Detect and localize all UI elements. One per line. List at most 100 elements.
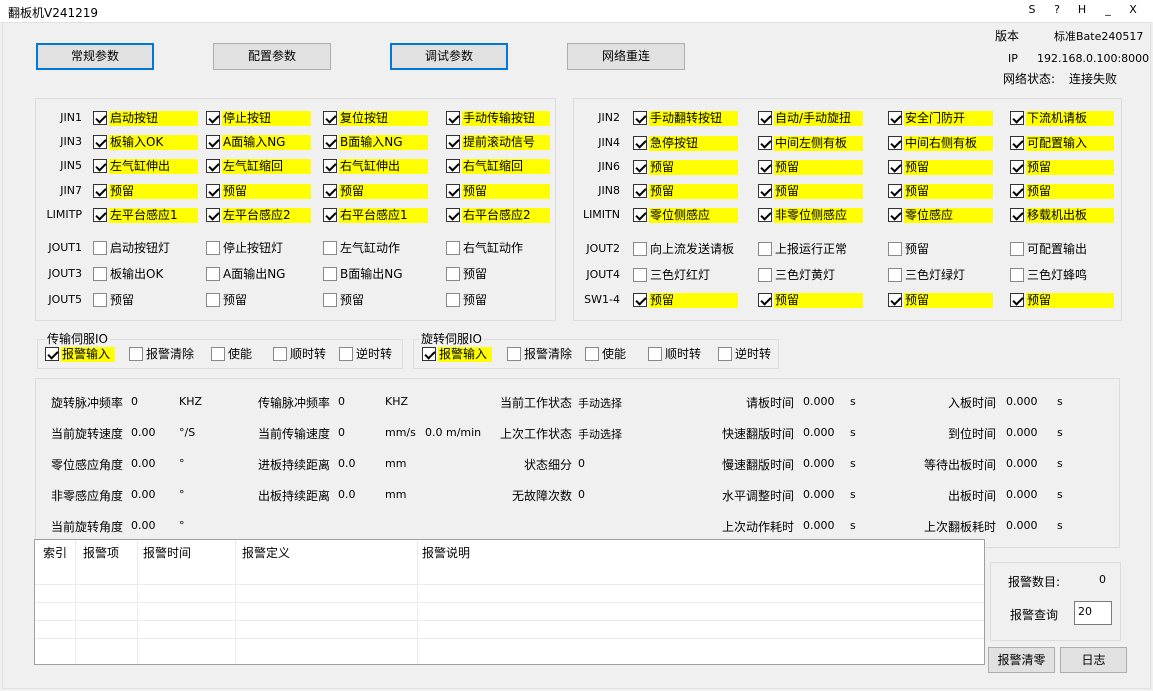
io-checkbox[interactable]: 预留	[1010, 159, 1114, 175]
alarm-table[interactable]: 索引 报警项 报警时间 报警定义 报警说明	[34, 539, 985, 665]
io-checkbox[interactable]: 顺时转	[273, 346, 335, 362]
io-checkbox[interactable]: 预留	[323, 292, 428, 308]
unchecked-box-icon[interactable]	[648, 347, 662, 361]
checked-box-icon[interactable]	[422, 347, 436, 361]
checked-box-icon[interactable]	[758, 208, 772, 222]
unchecked-box-icon[interactable]	[93, 267, 107, 281]
unchecked-box-icon[interactable]	[129, 347, 143, 361]
io-checkbox[interactable]: 可配置输出	[1010, 241, 1114, 257]
io-checkbox[interactable]: 移载机出板	[1010, 207, 1114, 223]
io-checkbox[interactable]: 预留	[888, 241, 993, 257]
checked-box-icon[interactable]	[93, 184, 107, 198]
checked-box-icon[interactable]	[206, 135, 220, 149]
io-checkbox[interactable]: 使能	[585, 346, 640, 362]
io-checkbox[interactable]: 报警清除	[507, 346, 585, 362]
alarm-clear-button[interactable]: 报警清零	[988, 647, 1055, 673]
checked-box-icon[interactable]	[93, 111, 107, 125]
io-checkbox[interactable]: 顺时转	[648, 346, 710, 362]
io-checkbox[interactable]: 预留	[446, 183, 550, 199]
io-checkbox[interactable]: 预留	[446, 266, 550, 282]
io-checkbox[interactable]: 左气缸动作	[323, 240, 428, 256]
unchecked-box-icon[interactable]	[323, 241, 337, 255]
io-checkbox[interactable]: 预留	[888, 292, 993, 308]
io-checkbox[interactable]: 零位感应	[888, 207, 993, 223]
unchecked-box-icon[interactable]	[758, 242, 772, 256]
io-checkbox[interactable]: 预留	[446, 292, 550, 308]
io-checkbox[interactable]: 三色灯黄灯	[758, 267, 863, 283]
io-checkbox[interactable]: 预留	[323, 183, 428, 199]
alarm-query-input[interactable]: 20	[1074, 601, 1112, 625]
unchecked-box-icon[interactable]	[323, 267, 337, 281]
checked-box-icon[interactable]	[45, 347, 59, 361]
io-checkbox[interactable]: 右平台感应1	[323, 207, 428, 223]
io-checkbox[interactable]: 提前滚动信号	[446, 134, 550, 150]
unchecked-box-icon[interactable]	[339, 347, 353, 361]
io-checkbox[interactable]: 可配置输入	[1010, 135, 1114, 151]
checked-box-icon[interactable]	[888, 136, 902, 150]
io-checkbox[interactable]: A面输出NG	[206, 266, 311, 282]
io-checkbox[interactable]: 上报运行正常	[758, 241, 863, 257]
checked-box-icon[interactable]	[888, 208, 902, 222]
checked-box-icon[interactable]	[206, 184, 220, 198]
io-checkbox[interactable]: 预留	[1010, 183, 1114, 199]
unchecked-box-icon[interactable]	[1010, 242, 1024, 256]
io-checkbox[interactable]: 预留	[888, 159, 993, 175]
io-checkbox[interactable]: 逆时转	[339, 346, 397, 362]
checked-box-icon[interactable]	[633, 111, 647, 125]
col-header-index[interactable]: 索引	[43, 544, 67, 561]
checked-box-icon[interactable]	[323, 184, 337, 198]
io-checkbox[interactable]: 左气缸缩回	[206, 158, 311, 174]
io-checkbox[interactable]: 中间左侧有板	[758, 135, 863, 151]
unchecked-box-icon[interactable]	[718, 347, 732, 361]
checked-box-icon[interactable]	[888, 293, 902, 307]
io-checkbox[interactable]: 复位按钮	[323, 110, 428, 126]
io-checkbox[interactable]: 预留	[206, 292, 311, 308]
unchecked-box-icon[interactable]	[758, 268, 772, 282]
io-checkbox[interactable]: 停止按钮	[206, 110, 311, 126]
io-checkbox[interactable]: 非零位侧感应	[758, 207, 863, 223]
io-checkbox[interactable]: 左平台感应2	[206, 207, 311, 223]
unchecked-box-icon[interactable]	[206, 267, 220, 281]
io-checkbox[interactable]: 右气缸缩回	[446, 158, 550, 174]
unchecked-box-icon[interactable]	[206, 241, 220, 255]
unchecked-box-icon[interactable]	[273, 347, 287, 361]
io-checkbox[interactable]: 右气缸动作	[446, 240, 550, 256]
debug-params-button[interactable]: 调试参数	[390, 43, 508, 70]
io-checkbox[interactable]: 自动/手动旋扭	[758, 110, 863, 126]
checked-box-icon[interactable]	[888, 184, 902, 198]
unchecked-box-icon[interactable]	[446, 267, 460, 281]
io-checkbox[interactable]: A面输入NG	[206, 134, 311, 150]
io-checkbox[interactable]: 向上流发送请板	[633, 241, 738, 257]
checked-box-icon[interactable]	[446, 111, 460, 125]
log-button[interactable]: 日志	[1060, 647, 1127, 673]
io-checkbox[interactable]: 左平台感应1	[93, 207, 198, 223]
io-checkbox[interactable]: 右平台感应2	[446, 207, 550, 223]
window-help-button[interactable]: ?	[1045, 0, 1069, 20]
io-checkbox[interactable]: 预留	[1010, 292, 1114, 308]
unchecked-box-icon[interactable]	[206, 293, 220, 307]
unchecked-box-icon[interactable]	[211, 347, 225, 361]
checked-box-icon[interactable]	[446, 135, 460, 149]
unchecked-box-icon[interactable]	[507, 347, 521, 361]
window-minimize-button[interactable]: _	[1096, 0, 1120, 20]
checked-box-icon[interactable]	[758, 160, 772, 174]
io-checkbox[interactable]: 右气缸伸出	[323, 158, 428, 174]
checked-box-icon[interactable]	[888, 111, 902, 125]
io-checkbox[interactable]: 报警输入	[422, 346, 492, 362]
io-checkbox[interactable]: 预留	[758, 183, 863, 199]
col-header-description[interactable]: 报警说明	[422, 544, 470, 561]
window-s-button[interactable]: S	[1020, 0, 1044, 20]
unchecked-box-icon[interactable]	[93, 293, 107, 307]
checked-box-icon[interactable]	[758, 136, 772, 150]
io-checkbox[interactable]: 三色灯蜂鸣	[1010, 267, 1114, 283]
checked-box-icon[interactable]	[1010, 293, 1024, 307]
checked-box-icon[interactable]	[633, 293, 647, 307]
checked-box-icon[interactable]	[206, 208, 220, 222]
checked-box-icon[interactable]	[323, 159, 337, 173]
col-header-time[interactable]: 报警时间	[143, 544, 191, 561]
io-checkbox[interactable]: 左气缸伸出	[93, 158, 198, 174]
unchecked-box-icon[interactable]	[446, 241, 460, 255]
io-checkbox[interactable]: 中间右侧有板	[888, 135, 993, 151]
checked-box-icon[interactable]	[758, 184, 772, 198]
config-params-button[interactable]: 配置参数	[213, 43, 331, 70]
